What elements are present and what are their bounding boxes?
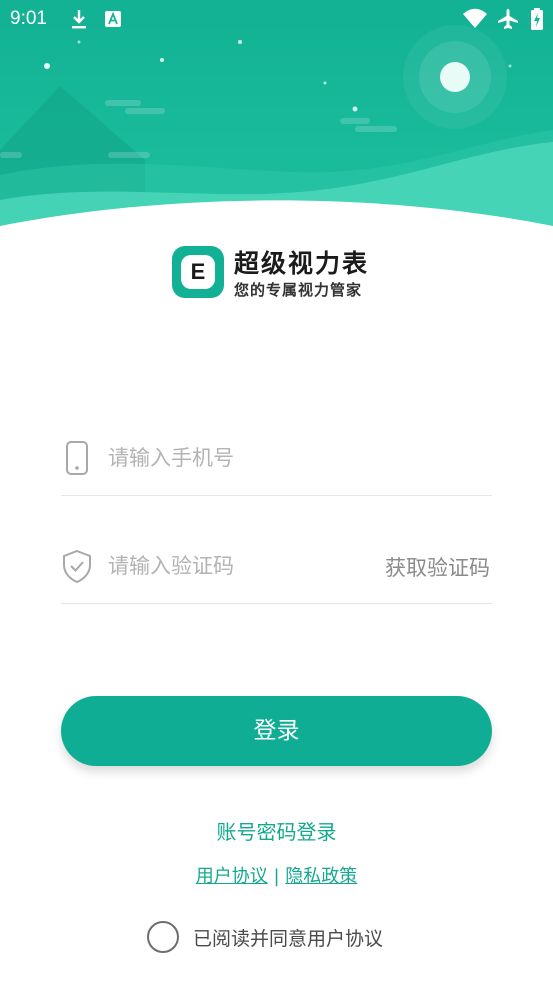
status-time: 9:01 xyxy=(10,8,47,29)
airplane-mode-icon xyxy=(498,9,518,29)
app-title: 超级视力表 xyxy=(234,249,370,278)
agreement-label: 已阅读并同意用户协议 xyxy=(193,927,384,950)
battery-icon xyxy=(531,8,543,30)
status-bar: 9:01 xyxy=(0,0,553,38)
agreement-checkbox[interactable] xyxy=(147,921,179,953)
legal-separator: | xyxy=(273,866,280,887)
legal-links: 用户协议 | 隐私政策 xyxy=(0,862,553,888)
shield-check-icon xyxy=(63,549,91,584)
phone-field xyxy=(61,436,492,496)
verification-code-input[interactable] xyxy=(108,548,358,584)
privacy-policy-link[interactable]: 隐私政策 xyxy=(285,866,357,887)
login-button[interactable]: 登录 xyxy=(61,696,492,766)
phone-input[interactable] xyxy=(108,440,358,476)
phone-icon xyxy=(66,441,88,475)
download-icon xyxy=(72,10,86,29)
verification-code-field: 获取验证码 xyxy=(61,544,492,604)
wifi-icon xyxy=(463,8,487,28)
brand-header: E 超级视力表 您的专属视力管家 xyxy=(172,246,392,302)
a-notification-icon xyxy=(105,11,121,27)
app-logo: E xyxy=(172,246,224,298)
agreement-row: 已阅读并同意用户协议 xyxy=(147,920,383,954)
password-login-link[interactable]: 账号密码登录 xyxy=(217,820,337,844)
app-slogan: 您的专属视力管家 xyxy=(234,281,363,299)
password-login-row: 账号密码登录 xyxy=(0,816,553,845)
user-agreement-link[interactable]: 用户协议 xyxy=(196,866,268,887)
app-logo-letter: E xyxy=(181,255,215,289)
get-code-button[interactable]: 获取验证码 xyxy=(385,552,490,582)
